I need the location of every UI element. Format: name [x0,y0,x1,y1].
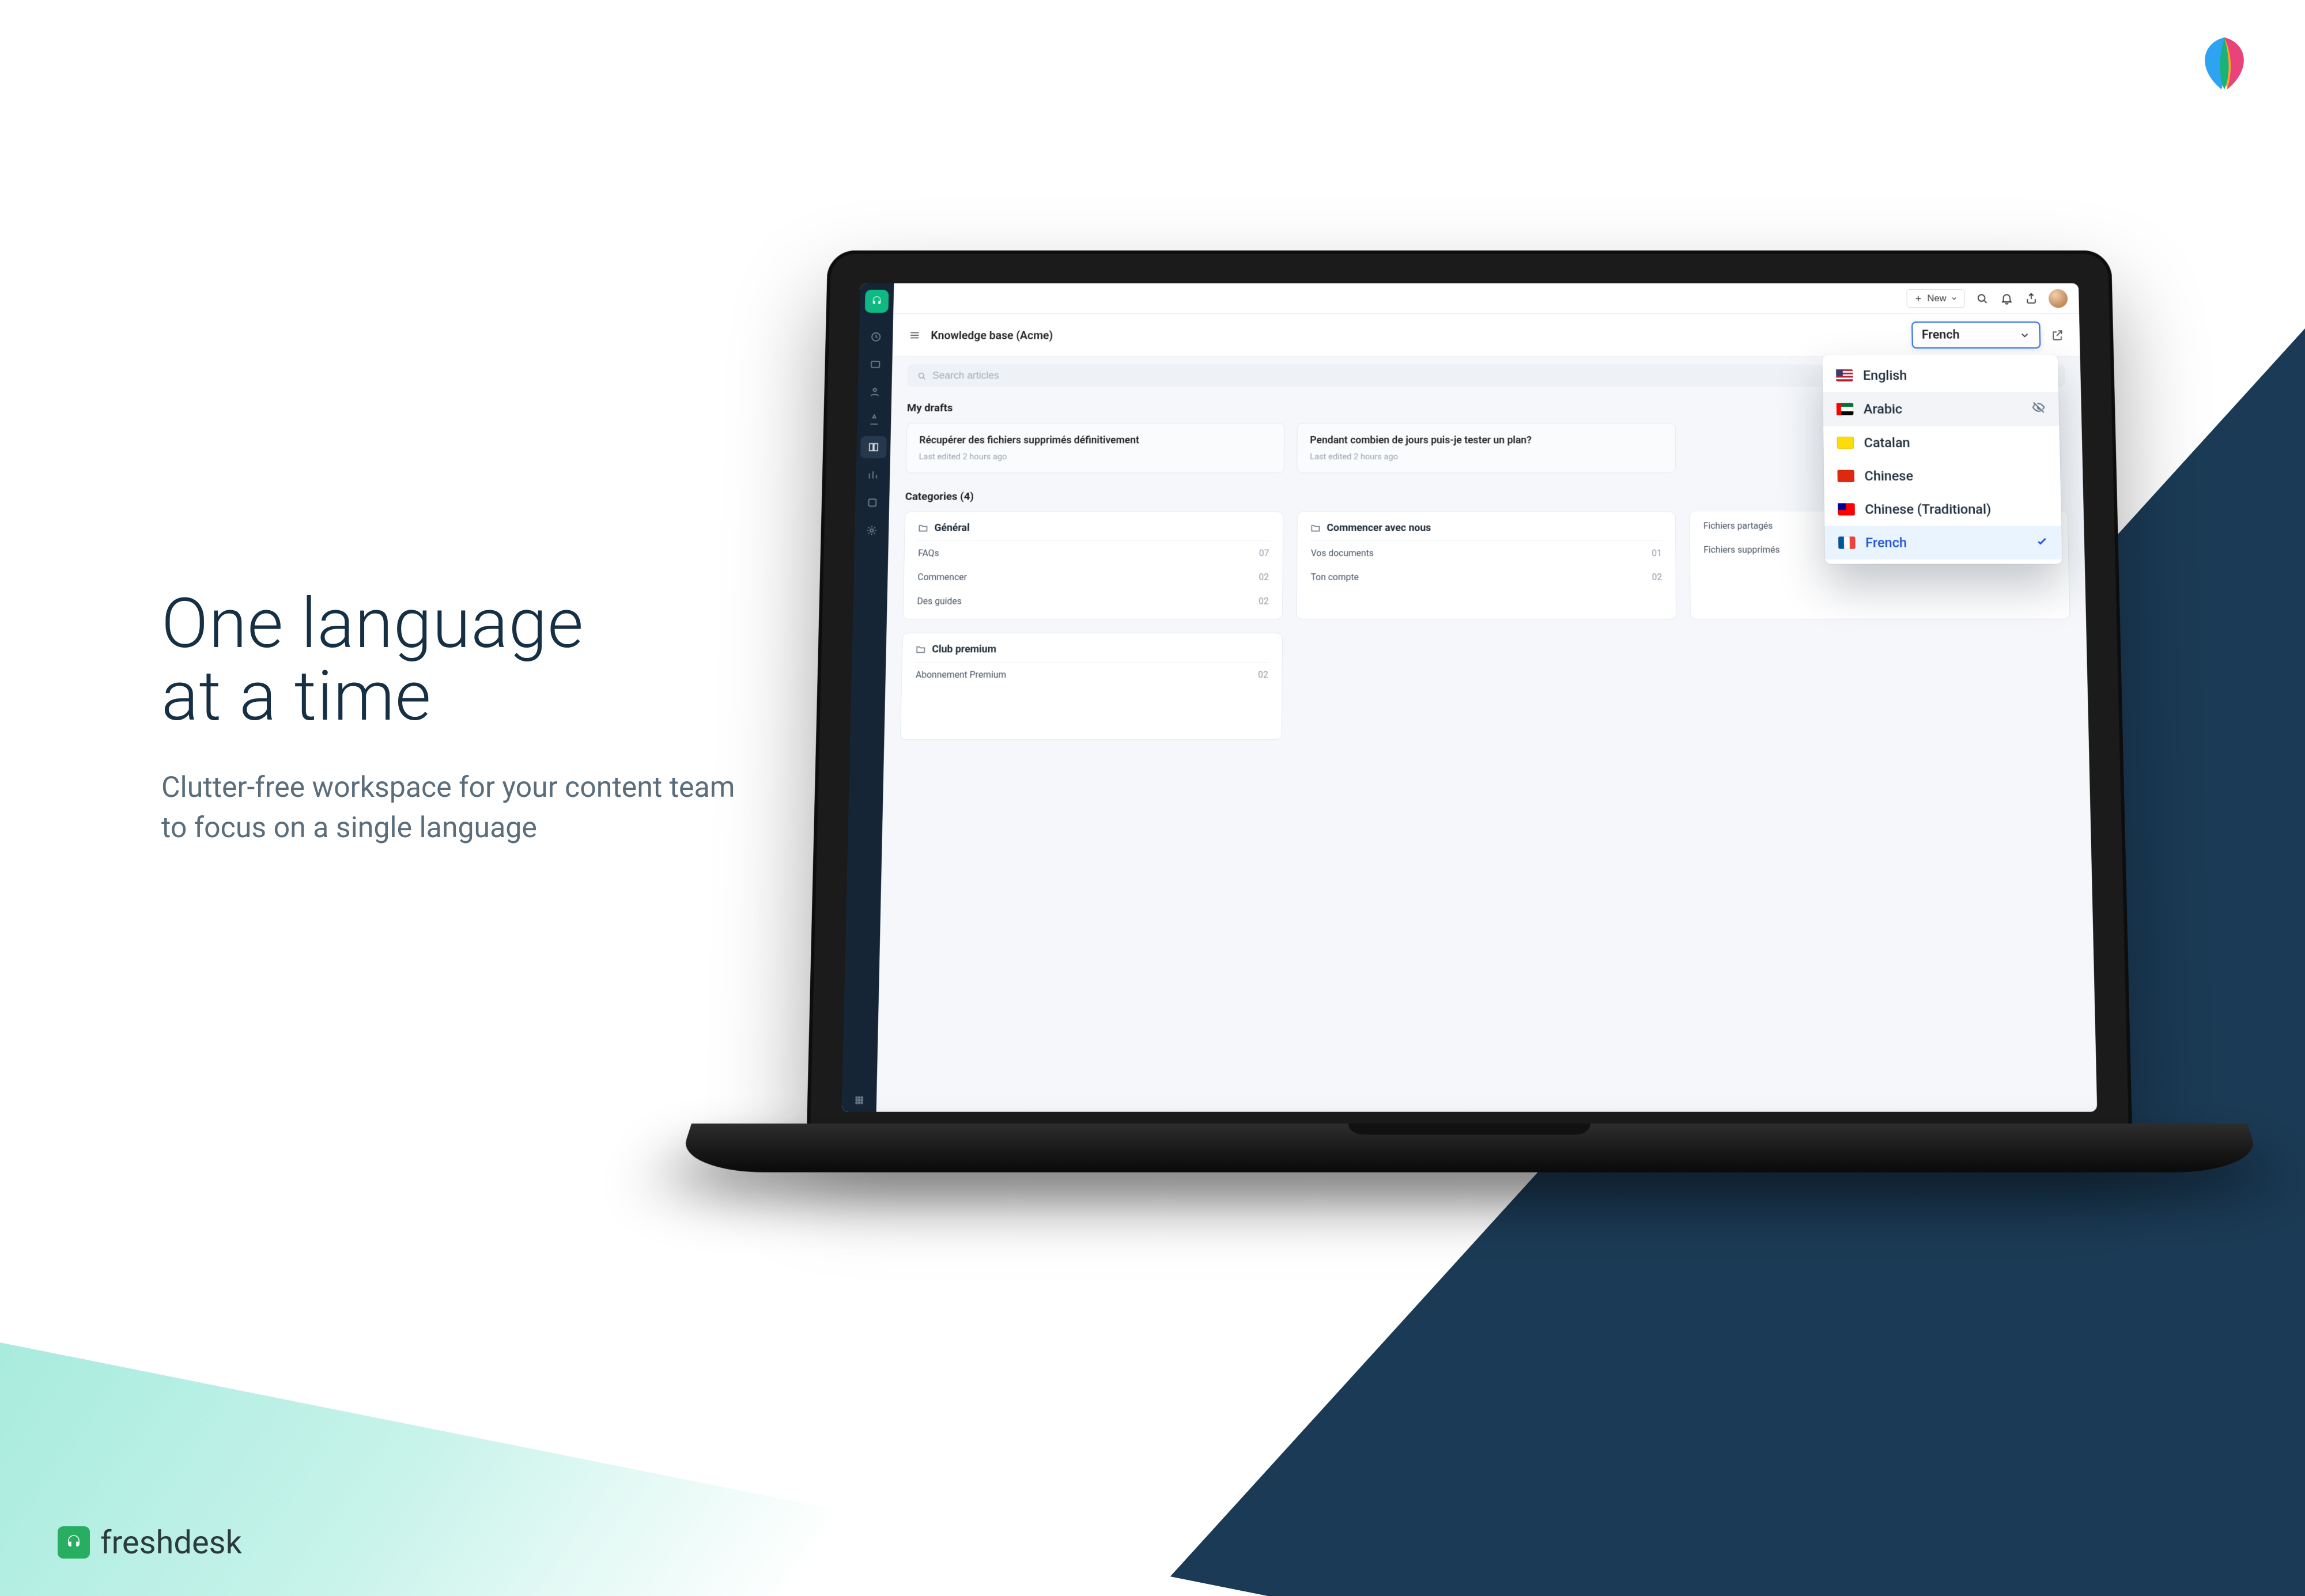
language-option[interactable]: Catalan [1823,426,2060,460]
language-option-label: English [1863,368,2045,383]
folder-icon [917,523,929,534]
language-option-label: Catalan [1864,435,2046,451]
page-header: Knowledge base (Acme) French [893,314,2080,357]
sidebar-item-automations[interactable] [859,491,886,514]
category-row[interactable]: Vos documents01 [1310,541,1663,565]
flag-icon [1837,403,1854,415]
laptop-mockup: New Knowledge base (Acme) [692,230,2247,1193]
draft-card[interactable]: Récupérer des fichiers supprimés définit… [906,423,1285,473]
sidebar-item-apps[interactable] [846,1088,873,1111]
category-title[interactable]: Club premium [915,644,1269,663]
sidebar-item-dashboard[interactable] [863,326,889,348]
laptop-screen-frame: New Knowledge base (Acme) [807,251,2132,1129]
marketing-title-line2: at a time [161,656,432,737]
search-icon [917,370,927,380]
search-icon[interactable] [1975,291,1990,305]
new-button[interactable]: New [1906,289,1964,308]
sidebar-item-social[interactable] [861,409,887,430]
language-option[interactable]: Chinese [1824,459,2061,493]
category-card: Commencer avec nous Vos documents01 Ton … [1297,512,1677,619]
draft-title: Pendant combien de jours puis-je tester … [1310,434,1662,446]
draft-title: Récupérer des fichiers supprimés définit… [919,434,1272,446]
language-option-label: Arabic [1864,402,2022,417]
share-export-icon[interactable] [2024,291,2039,305]
draft-card[interactable]: Pendant combien de jours puis-je tester … [1297,423,1676,473]
sidebar-item-knowledge-base[interactable] [860,436,887,458]
category-row[interactable]: Des guides02 [916,589,1270,613]
category-card: Général FAQs07 Commencer02 Des guides02 [902,512,1283,619]
category-title[interactable]: Commencer avec nous [1310,522,1663,541]
sidebar-item-reports[interactable] [860,464,886,486]
app-logo[interactable] [865,290,889,313]
freshworks-leaf-icon [2196,35,2253,92]
hidden-eye-slash-icon [2032,401,2046,418]
flag-icon [1838,536,1856,549]
category-card: Club premium Abonnement Premium02 [900,633,1283,740]
flag-icon [1838,503,1855,515]
chevron-down-icon [2019,330,2031,341]
language-select-trigger[interactable]: French [1911,322,2041,349]
flag-icon [1837,437,1854,449]
flag-icon [1836,369,1853,381]
freshdesk-wordmark: freshdesk [100,1523,242,1561]
hamburger-icon[interactable] [908,329,921,341]
category-row[interactable]: FAQs07 [917,541,1271,565]
language-option[interactable]: Arabic [1823,392,2059,426]
language-option[interactable]: English [1823,359,2059,392]
sidebar-item-contacts[interactable] [861,381,888,403]
draft-meta: Last edited 2 hours ago [1310,452,1662,462]
page-title: Knowledge base (Acme) [931,328,1053,342]
bell-icon[interactable] [1999,291,2014,305]
category-row[interactable]: Abonnement Premium02 [915,663,1269,687]
language-option-label: French [1865,535,2026,550]
chevron-down-icon [1951,295,1958,301]
folder-icon [1310,523,1321,534]
sidebar-item-tickets[interactable] [862,353,889,375]
category-row[interactable]: Ton compte02 [1309,565,1663,589]
language-option-label: Chinese (Traditional) [1865,501,2047,517]
app-screen: New Knowledge base (Acme) [842,283,2098,1112]
check-icon [2036,535,2049,550]
freshdesk-badge-icon [58,1526,90,1559]
marketing-copy: One language at a time Clutter-free work… [161,588,738,848]
marketing-subtitle: Clutter-free workspace for your content … [161,767,738,848]
marketing-title-line1: One language [161,584,584,664]
sidebar-item-admin[interactable] [859,519,885,542]
draft-meta: Last edited 2 hours ago [919,452,1271,462]
language-dropdown: English Arabic Catalan Chinese Chinese (Trad… [1822,354,2062,563]
flag-icon [1838,470,1855,482]
avatar[interactable] [2049,289,2068,308]
marketing-title: One language at a time [161,588,738,733]
language-select-current: French [1922,328,1960,342]
laptop-base [676,1124,2263,1173]
freshdesk-footer-logo: freshdesk [58,1523,242,1561]
folder-icon [915,644,927,655]
category-title[interactable]: Général [917,522,1271,541]
language-option[interactable]: Chinese (Traditional) [1824,493,2062,526]
new-button-label: New [1927,293,1946,304]
open-external-icon[interactable] [2050,328,2064,342]
language-option[interactable]: French [1824,526,2062,559]
topbar: New [893,283,2079,314]
category-row[interactable]: Commencer02 [916,565,1270,589]
language-option-label: Chinese [1864,468,2047,484]
